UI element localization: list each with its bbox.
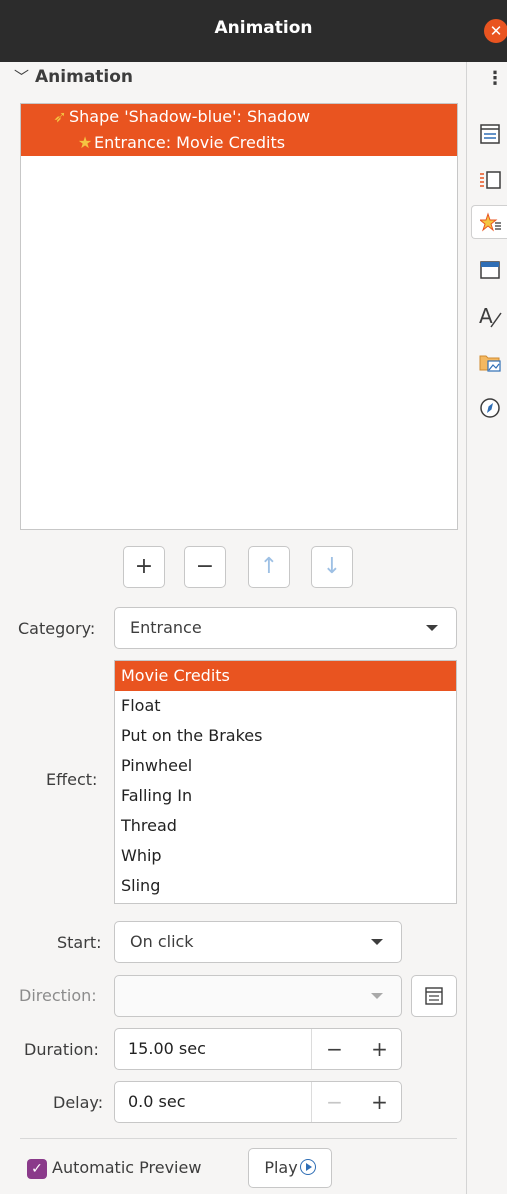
sidebar-item-master-slides[interactable] [471,253,507,287]
sidebar-divider [466,62,467,1194]
window-title: Animation [214,18,313,38]
checkmark-icon: ✓ [31,1161,43,1177]
close-button[interactable]: ✕ [484,19,507,43]
more-vertical-icon: ⋮ [486,68,504,89]
move-down-button[interactable]: ↓ [311,546,353,588]
effect-item[interactable]: Float [115,691,456,721]
slide-transition-icon [480,171,501,189]
animation-list-item[interactable]: ➶ Shape 'Shadow-blue': Shadow [21,104,457,130]
animation-item-label: Entrance: Movie Credits [94,133,286,152]
sidebar-menu-button[interactable]: ⋮ [486,68,504,89]
navigator-compass-icon [480,398,500,418]
gallery-folder-icon [479,355,501,372]
svg-text:A: A [479,305,493,328]
shape-cursor-icon: ➶ [53,107,67,126]
delay-value[interactable]: 0.0 sec [128,1082,186,1122]
panel-header-label: Animation [35,67,134,87]
dropdown-arrow-icon [371,993,383,999]
direction-dropdown[interactable] [114,975,402,1017]
start-dropdown[interactable]: On click [114,921,402,963]
effect-options-button[interactable] [411,975,457,1017]
category-dropdown[interactable]: Entrance [114,607,457,649]
star-icon: ★ [77,133,93,152]
dropdown-arrow-icon [371,939,383,945]
effect-item[interactable]: Pinwheel [115,751,456,781]
sidebar-item-slide-transition[interactable] [471,163,507,197]
duration-decrease-button[interactable]: − [312,1029,357,1069]
duration-label: Duration: [24,1040,99,1059]
delay-spinner[interactable]: 0.0 sec − + [114,1081,402,1123]
play-button[interactable]: Play [248,1148,332,1188]
delay-decrease-button[interactable]: − [312,1082,357,1122]
master-slides-icon [480,261,500,279]
add-effect-button[interactable]: + [123,546,165,588]
play-label: Play [264,1158,298,1177]
animation-star-icon [480,212,501,232]
play-icon [299,1159,316,1175]
animation-item-label: Shape 'Shadow-blue': Shadow [69,107,311,126]
move-up-button[interactable]: ↑ [248,546,290,588]
effect-item[interactable]: Whip [115,841,456,871]
properties-icon [480,124,500,144]
effect-list[interactable]: Movie Credits Float Put on the Brakes Pi… [114,660,457,904]
options-icon [425,987,443,1005]
minus-icon: − [195,554,215,579]
start-label: Start: [57,933,102,952]
chevron-down-icon: ﹀ [14,68,30,86]
effect-item[interactable]: Movie Credits [115,661,456,691]
sidebar-item-animation[interactable] [471,205,507,239]
duration-increase-button[interactable]: + [357,1029,402,1069]
divider [20,1138,457,1139]
panel-header[interactable]: ﹀ Animation [14,66,133,87]
effect-item[interactable]: Thread [115,811,456,841]
arrow-up-icon: ↑ [259,554,279,579]
automatic-preview-checkbox[interactable]: ✓ [27,1159,47,1179]
effect-label: Effect: [46,770,98,789]
effect-item[interactable]: Put on the Brakes [115,721,456,751]
animation-list-item[interactable]: ★ Entrance: Movie Credits [21,130,457,156]
close-icon: ✕ [489,22,503,40]
sidebar-item-gallery[interactable] [471,345,507,379]
remove-effect-button[interactable]: − [184,546,226,588]
direction-label: Direction: [19,986,97,1005]
duration-value[interactable]: 15.00 sec [128,1029,206,1069]
arrow-down-icon: ↓ [322,554,342,579]
effect-item[interactable]: Sling [115,871,456,901]
category-label: Category: [18,619,96,638]
styles-icon: A [479,305,502,328]
category-value: Entrance [130,618,202,637]
dropdown-arrow-icon [426,625,438,631]
sidebar-item-properties[interactable] [471,117,507,151]
duration-spinner[interactable]: 15.00 sec − + [114,1028,402,1070]
delay-increase-button[interactable]: + [357,1082,402,1122]
sidebar-item-styles[interactable]: A [471,299,507,333]
delay-label: Delay: [53,1093,104,1112]
title-bar: Animation ✕ [0,0,507,62]
start-value: On click [130,932,194,951]
automatic-preview-label[interactable]: Automatic Preview [52,1158,201,1177]
effect-item[interactable]: Falling In [115,781,456,811]
plus-icon: + [134,554,154,579]
animation-list[interactable]: ➶ Shape 'Shadow-blue': Shadow ★ Entrance: … [20,103,458,530]
sidebar-item-navigator[interactable] [471,391,507,425]
